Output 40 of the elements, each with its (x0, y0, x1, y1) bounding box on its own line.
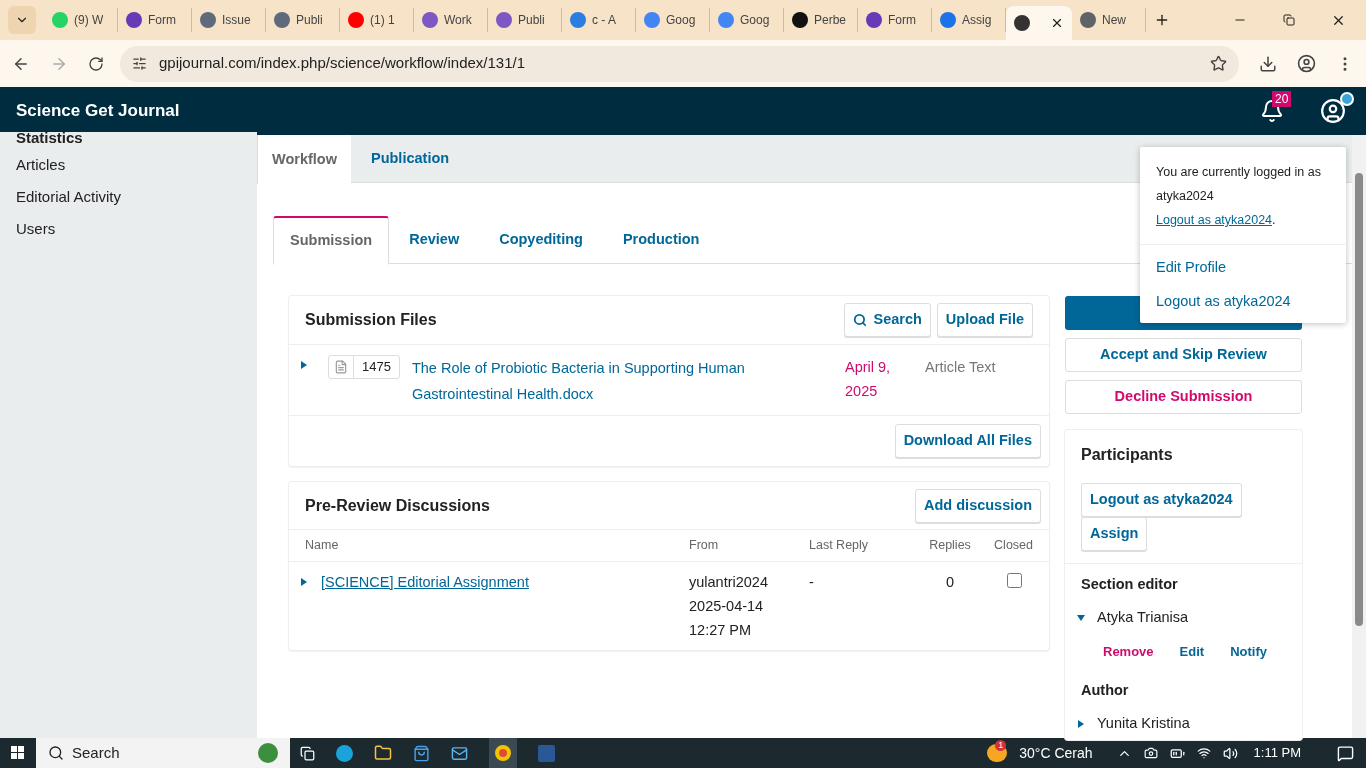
column-header: From (689, 537, 720, 555)
url-text: gpijournal.com/index.php/science/workflow/index/131/1 (159, 53, 526, 74)
file-type: Article Text (925, 358, 996, 377)
tab-title: Assig (962, 12, 992, 29)
tab-title: Publi (296, 12, 323, 29)
from-text: yulantri2024 (689, 573, 769, 592)
column-header: Closed (994, 537, 1033, 555)
panel-title: Participants (1081, 445, 1173, 465)
column-header: Replies (928, 537, 972, 555)
tab-title: Work (444, 12, 472, 29)
notification-count-badge: 20 (1272, 91, 1292, 107)
tab-title: Form (888, 12, 916, 29)
tab-title: Goog (666, 12, 696, 29)
sidebar-heading: Statistics (16, 132, 84, 144)
tab-title: (9) W (74, 12, 104, 29)
tab-title: Publi (518, 12, 545, 29)
login-status-text: You are currently logged in as atyka2024 Logout as atyka2024. (1156, 165, 1321, 227)
role-heading: Section editor (1081, 575, 1179, 594)
panel-title: Pre-Review Discussions (305, 495, 490, 516)
panel-title: Submission Files (305, 310, 437, 330)
tab-title: Perbe (814, 12, 847, 29)
from-text: 2025-04-14 (689, 597, 765, 616)
last-reply-cell-text: - (809, 573, 815, 592)
from-text: 12:27 PM (689, 621, 753, 640)
weather-badge: 1 (995, 740, 1007, 751)
tab-title: New (1102, 12, 1126, 29)
tab-title: c - A (592, 12, 616, 29)
column-header: Last Reply (809, 537, 870, 555)
column-header: Name (305, 537, 340, 555)
replies-cell-text: 0 (944, 573, 956, 592)
role-heading: Author (1081, 680, 1130, 700)
participant-name: Yunita Kristina (1097, 713, 1190, 733)
tab-title: Form (148, 12, 176, 29)
tab-title: Issue (222, 12, 251, 29)
journal-title: Science Get Journal (16, 100, 180, 123)
file-date: April 9, 2025 (845, 358, 892, 401)
participant-name: Atyka Trianisa (1097, 608, 1189, 628)
tab-title: (1) 1 (370, 12, 395, 29)
file-id-badge: 1475 (328, 355, 400, 379)
tab-title: Goog (740, 12, 770, 29)
